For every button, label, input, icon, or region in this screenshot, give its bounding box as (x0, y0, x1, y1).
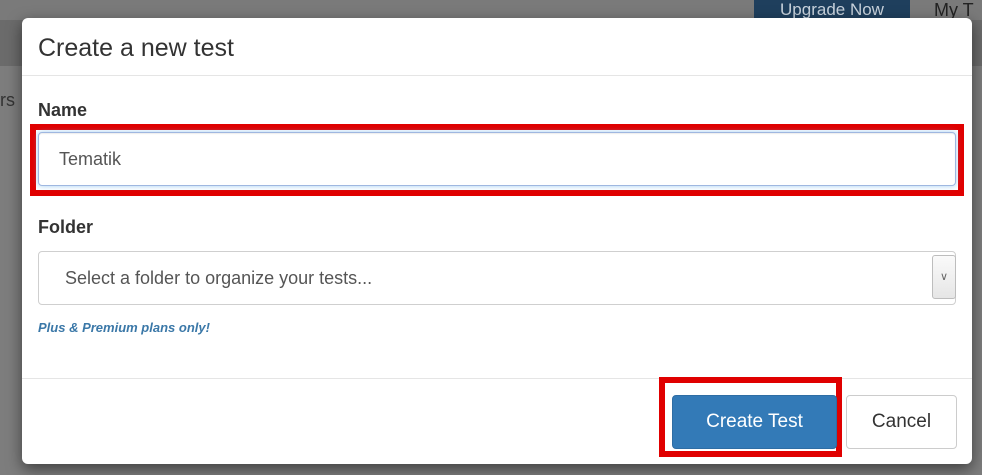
plan-restriction-note: Plus & Premium plans only! (38, 320, 210, 335)
dialog-header: Create a new test (22, 18, 972, 76)
create-test-dialog: Create a new test Name Folder Select a f… (22, 18, 972, 464)
cancel-button[interactable]: Cancel (846, 395, 957, 449)
name-label: Name (38, 100, 88, 120)
folder-label: Folder (38, 217, 94, 237)
folder-select[interactable]: Select a folder to organize your tests..… (38, 251, 956, 305)
dialog-title: Create a new test (38, 34, 234, 62)
create-test-button[interactable]: Create Test (672, 395, 837, 449)
upgrade-now-button[interactable]: Upgrade Now (754, 0, 910, 20)
chevron-down-icon[interactable]: ∨ (932, 255, 956, 299)
background-text-fragment: rs (0, 90, 15, 110)
name-input[interactable] (38, 132, 956, 186)
folder-select-placeholder: Select a folder to organize your tests..… (65, 268, 373, 288)
